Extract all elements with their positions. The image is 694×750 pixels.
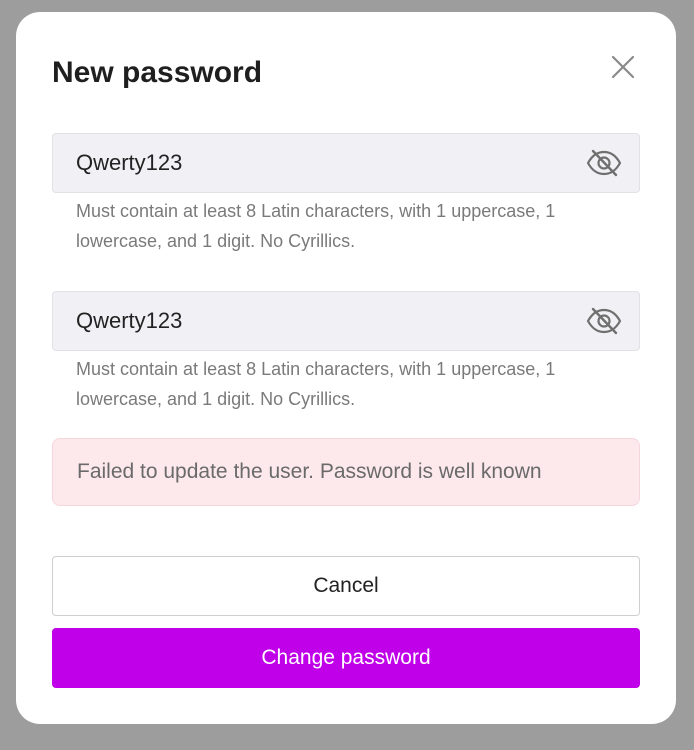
eye-off-icon	[586, 149, 622, 177]
dialog-title: New password	[52, 56, 263, 89]
new-password-input[interactable]	[53, 134, 573, 192]
change-password-dialog: New password Must contain at least 8 Lat…	[16, 12, 676, 724]
close-icon	[611, 55, 635, 79]
change-password-button[interactable]: Change password	[52, 628, 640, 688]
cancel-button[interactable]: Cancel	[52, 556, 640, 616]
confirm-password-hint: Must contain at least 8 Latin characters…	[76, 359, 556, 409]
new-password-hint: Must contain at least 8 Latin characters…	[76, 201, 556, 251]
confirm-password-field	[52, 291, 640, 351]
confirm-password-input[interactable]	[53, 292, 573, 350]
eye-off-icon	[586, 307, 622, 335]
error-message: Failed to update the user. Password is w…	[77, 460, 542, 483]
toggle-visibility-button[interactable]	[585, 147, 623, 179]
close-button[interactable]	[608, 52, 638, 82]
new-password-field	[52, 133, 640, 193]
toggle-visibility-button[interactable]	[585, 305, 623, 337]
error-alert: Failed to update the user. Password is w…	[52, 438, 640, 506]
